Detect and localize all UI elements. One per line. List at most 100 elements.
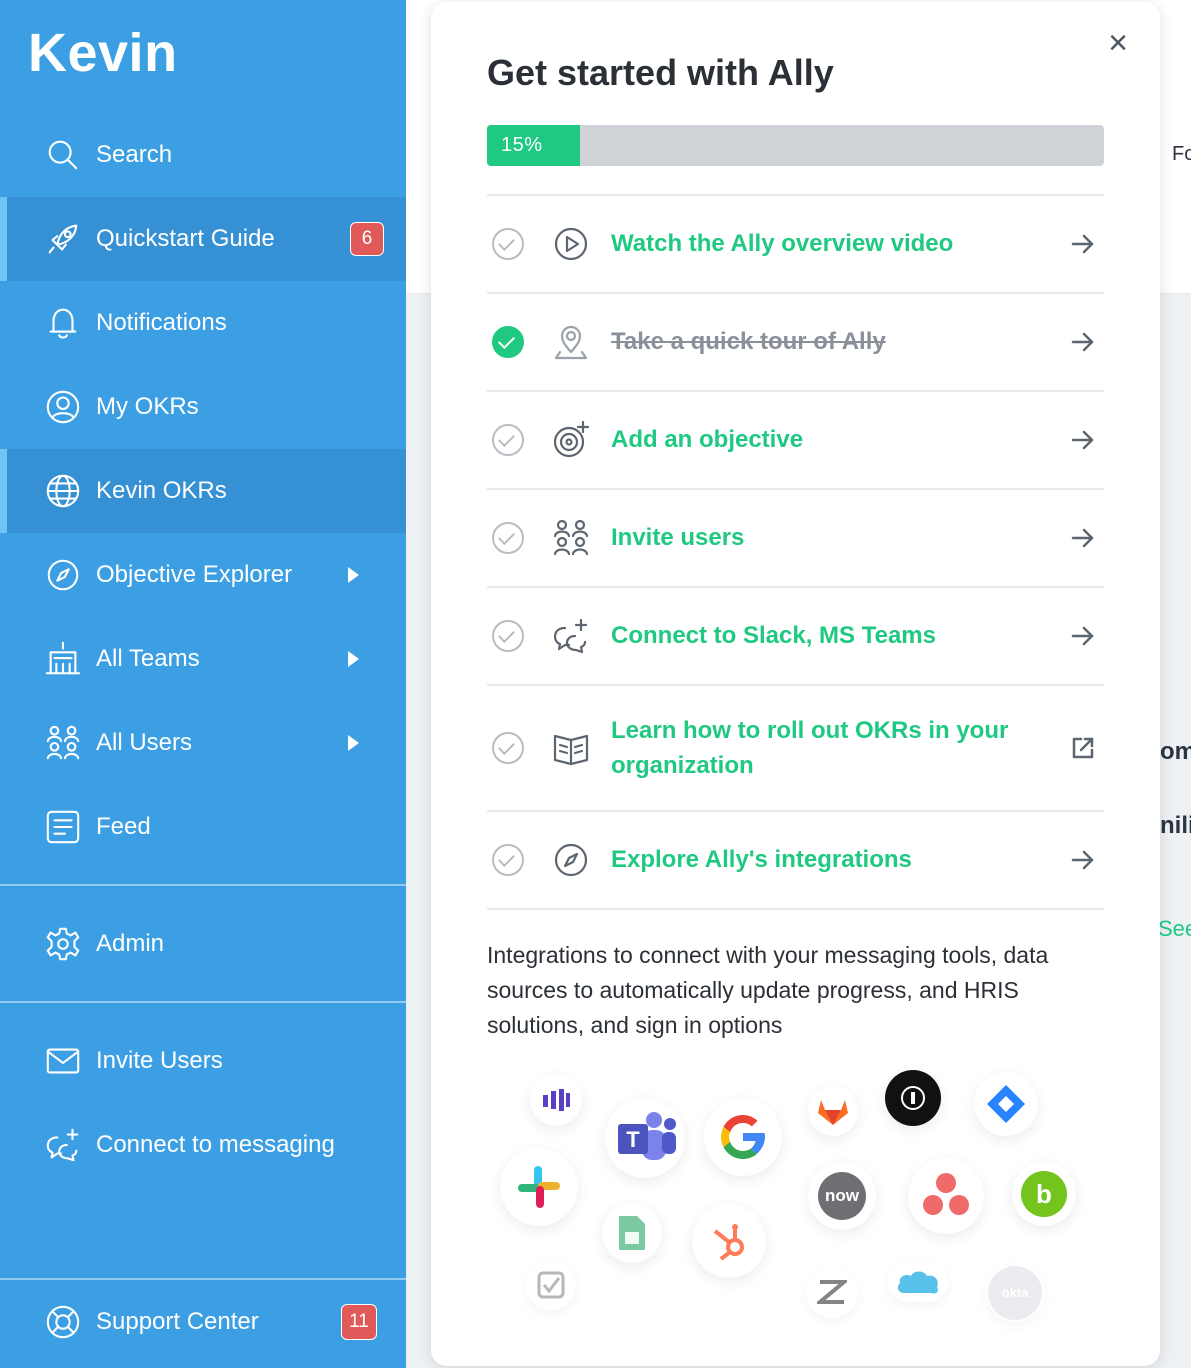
sidebar-item-label: Quickstart Guide bbox=[96, 225, 275, 252]
task-label: Take a quick tour of Ally bbox=[611, 328, 886, 355]
task-label: Explore Ally's integrations bbox=[611, 846, 912, 873]
sidebar-item-label: Objective Explorer bbox=[96, 561, 293, 588]
user-circle-icon bbox=[42, 386, 84, 428]
task-list-bottom-rule bbox=[487, 908, 1104, 910]
okta-logo-text: okta bbox=[988, 1266, 1042, 1320]
jira-logo-icon bbox=[974, 1072, 1038, 1136]
arrow-right-icon bbox=[1069, 230, 1097, 258]
close-button[interactable]: × bbox=[1100, 26, 1136, 62]
qualtrics-logo-icon bbox=[526, 1260, 576, 1310]
feed-icon bbox=[42, 806, 84, 848]
sidebar-item-kevin-okrs[interactable]: Kevin OKRs bbox=[0, 449, 406, 533]
progress-bar bbox=[487, 125, 1104, 166]
bamboohr-logo-icon: b bbox=[1012, 1162, 1076, 1226]
okta-logo-icon: okta bbox=[986, 1264, 1044, 1322]
sidebar-item-label: Connect to messaging bbox=[96, 1131, 335, 1158]
chat-plus-icon bbox=[42, 1124, 84, 1166]
progress-label: 15% bbox=[501, 134, 543, 156]
play-circle-icon bbox=[551, 224, 591, 264]
background-link-fragment[interactable]: See bbox=[1158, 916, 1191, 942]
sidebar-item-quickstart-guide[interactable]: Quickstart Guide 6 bbox=[0, 197, 406, 281]
background-text-fragment: Fo bbox=[1172, 143, 1191, 165]
task-connect-slack-teams[interactable]: Connect to Slack, MS Teams bbox=[487, 586, 1104, 684]
sidebar-divider bbox=[0, 884, 406, 886]
users-icon bbox=[42, 722, 84, 764]
sidebar-item-label: All Users bbox=[96, 729, 193, 756]
task-check-icon bbox=[492, 844, 524, 876]
rocket-icon bbox=[42, 218, 84, 260]
globe-icon bbox=[42, 470, 84, 512]
salesforce-logo-icon bbox=[888, 1262, 948, 1302]
servicenow-logo-text: now bbox=[818, 1172, 866, 1220]
external-link-icon bbox=[1069, 734, 1097, 762]
task-check-icon bbox=[492, 424, 524, 456]
task-watch-video[interactable]: Watch the Ally overview video bbox=[487, 194, 1104, 292]
lifebuoy-icon bbox=[42, 1301, 84, 1343]
sidebar-item-invite-users[interactable]: Invite Users bbox=[0, 1019, 406, 1103]
chat-plus-icon bbox=[551, 616, 591, 656]
search-icon bbox=[42, 134, 84, 176]
expand-caret-icon[interactable] bbox=[348, 567, 359, 583]
sidebar-item-label: Kevin OKRs bbox=[96, 477, 227, 504]
task-check-done-icon bbox=[492, 326, 524, 358]
task-add-objective[interactable]: Add an objective bbox=[487, 390, 1104, 488]
sidebar-item-label: Feed bbox=[96, 813, 151, 840]
sidebar-item-all-teams[interactable]: All Teams bbox=[0, 617, 406, 701]
task-learn-roll-out-okrs[interactable]: Learn how to roll out OKRs in your organ… bbox=[487, 684, 1104, 810]
compass-icon bbox=[551, 840, 591, 880]
integration-logos: T now b okta bbox=[490, 1068, 1090, 1322]
target-plus-icon bbox=[551, 420, 591, 460]
slack-logo-icon bbox=[500, 1148, 578, 1226]
arrow-right-icon bbox=[1069, 328, 1097, 356]
sidebar-item-objective-explorer[interactable]: Objective Explorer bbox=[0, 533, 406, 617]
gear-icon bbox=[42, 923, 84, 965]
sidebar-item-feed[interactable]: Feed bbox=[0, 785, 406, 869]
task-label: Watch the Ally overview video bbox=[611, 230, 954, 257]
sidebar-item-my-okrs[interactable]: My OKRs bbox=[0, 365, 406, 449]
task-check-icon bbox=[492, 620, 524, 652]
task-label: Invite users bbox=[611, 524, 745, 551]
panel-pointer bbox=[416, 224, 432, 256]
gitlab-logo-icon bbox=[808, 1086, 858, 1136]
sidebar: Kevin Search Quickstart Guide 6 Notifica… bbox=[0, 0, 406, 1368]
sidebar-item-notifications[interactable]: Notifications bbox=[0, 281, 406, 365]
expand-caret-icon[interactable] bbox=[348, 651, 359, 667]
svg-text:T: T bbox=[626, 1127, 640, 1152]
sidebar-item-label: My OKRs bbox=[96, 393, 199, 420]
expand-caret-icon[interactable] bbox=[348, 735, 359, 751]
background-text-fragment: om bbox=[1160, 738, 1191, 765]
quickstart-count-badge: 6 bbox=[350, 222, 384, 256]
task-label: Add an objective bbox=[611, 426, 804, 453]
task-check-icon bbox=[492, 732, 524, 764]
workspace-name[interactable]: Kevin bbox=[28, 22, 178, 84]
background-text-fragment: nili bbox=[1160, 812, 1191, 839]
asana-logo-icon bbox=[908, 1158, 984, 1234]
task-invite-users[interactable]: Invite users bbox=[487, 488, 1104, 586]
sidebar-item-label: Support Center bbox=[96, 1308, 259, 1335]
task-explore-integrations[interactable]: Explore Ally's integrations bbox=[487, 810, 1104, 908]
google-sheets-logo-icon bbox=[602, 1203, 662, 1263]
panel-title: Get started with Ally bbox=[487, 52, 834, 93]
task-quick-tour[interactable]: Take a quick tour of Ally bbox=[487, 292, 1104, 390]
task-label: Learn how to roll out OKRs in your organ… bbox=[611, 717, 1009, 779]
sidebar-item-admin[interactable]: Admin bbox=[0, 902, 406, 986]
task-label: Connect to Slack, MS Teams bbox=[611, 622, 936, 649]
arrow-right-icon bbox=[1069, 426, 1097, 454]
ms-teams-logo-icon: T bbox=[605, 1098, 685, 1178]
servicenow-logo-icon: now bbox=[808, 1162, 876, 1230]
arrow-right-icon bbox=[1069, 622, 1097, 650]
map-pin-icon bbox=[551, 322, 591, 362]
arrow-right-icon bbox=[1069, 846, 1097, 874]
sidebar-item-label: All Teams bbox=[96, 645, 200, 672]
sidebar-item-support-center[interactable]: Support Center 11 bbox=[0, 1280, 406, 1364]
sidebar-item-label: Search bbox=[96, 141, 173, 168]
task-check-icon bbox=[492, 228, 524, 260]
sidebar-item-all-users[interactable]: All Users bbox=[0, 701, 406, 785]
sidebar-item-connect-to-messaging[interactable]: Connect to messaging bbox=[0, 1103, 406, 1187]
integrations-description: Integrations to connect with your messag… bbox=[487, 942, 1049, 1038]
1password-logo-icon bbox=[885, 1070, 941, 1126]
sidebar-item-search[interactable]: Search bbox=[0, 113, 406, 197]
arrow-right-icon bbox=[1069, 524, 1097, 552]
chorus-logo-icon bbox=[530, 1074, 582, 1126]
sidebar-item-label: Admin bbox=[96, 930, 165, 957]
